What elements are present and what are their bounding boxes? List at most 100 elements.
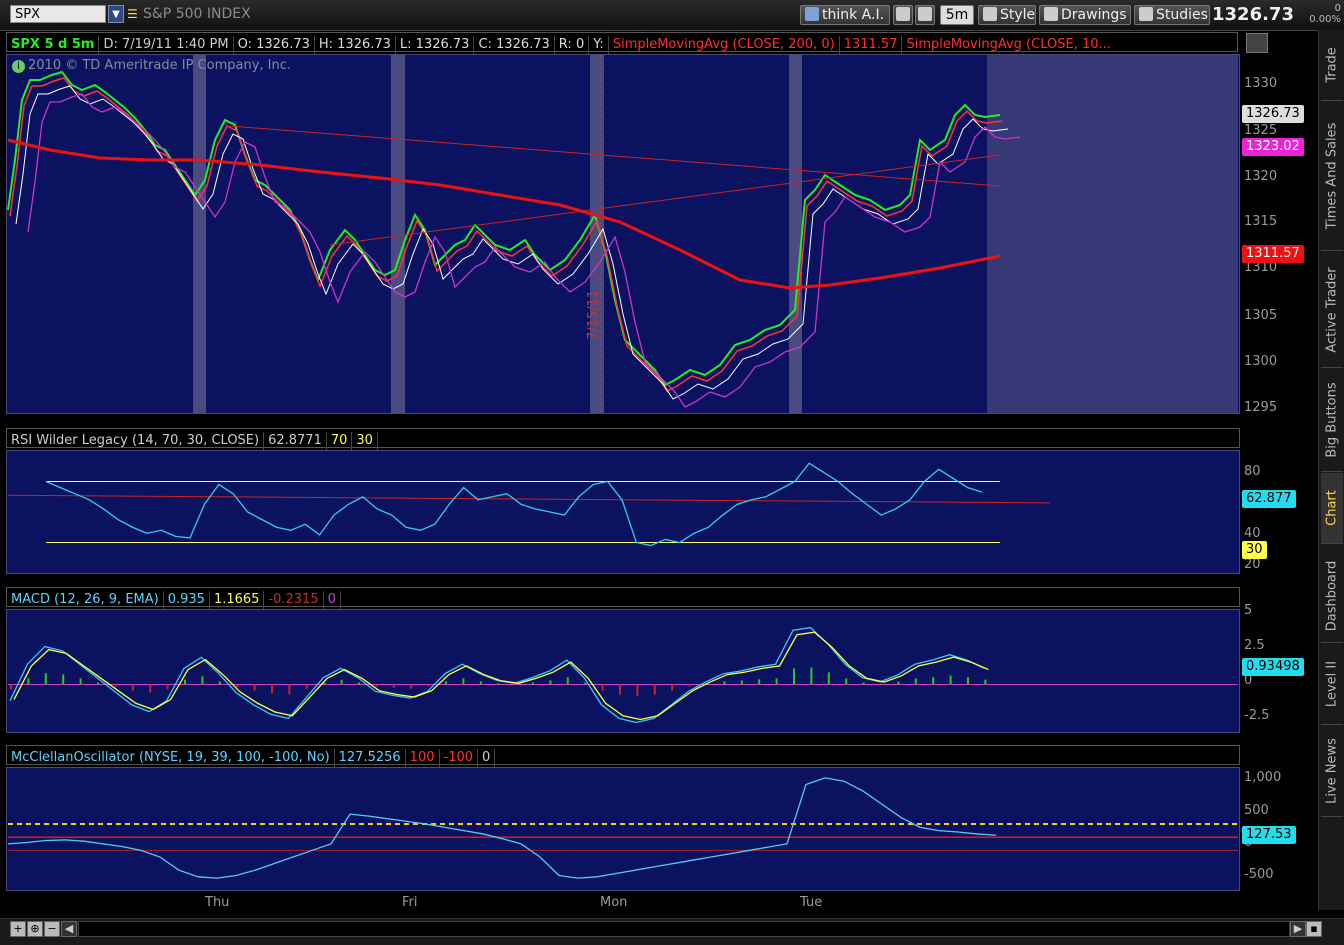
ma-price-tag: 1323.02 (1242, 138, 1304, 156)
macd-histogram-bar (863, 683, 865, 685)
rsi-axis-40: 40 (1244, 526, 1261, 541)
macd-histogram-bar (80, 678, 82, 684)
macd-histogram-bar (428, 685, 430, 687)
macd-histogram-bar (445, 681, 447, 684)
macd-histogram-bar (619, 685, 621, 695)
mcc-axis-1000: 1,000 (1244, 770, 1281, 785)
macd-histogram-bar (915, 678, 917, 684)
macd-histogram-bar (984, 680, 986, 685)
rsi-line (46, 463, 982, 545)
sma200-line (8, 140, 1000, 288)
rsi-os-tag: 30 (1242, 541, 1267, 559)
macd-histogram-bar (167, 685, 169, 690)
macd-histogram-bar (184, 680, 186, 685)
mcc-axis-minus-500: -500 (1244, 867, 1274, 882)
mcc-axis-500: 500 (1244, 803, 1269, 818)
tab-big-buttons[interactable]: Big Buttons (1321, 369, 1343, 472)
macd-histogram-bar (602, 685, 604, 691)
tab-active-trader[interactable]: Active Trader (1321, 252, 1343, 368)
macd-histogram-bar (480, 681, 482, 684)
tab-live-news[interactable]: Live News (1321, 726, 1343, 817)
macd-histogram-bar (967, 677, 969, 684)
price-axis-label: 1300 (1244, 354, 1277, 369)
macd-histogram-bar (132, 685, 134, 691)
tab-times-and-sales[interactable]: Times And Sales (1321, 102, 1343, 251)
macd-histogram-bar (723, 681, 725, 684)
copyright-text: i2010 © TD Ameritrade IP Company, Inc. (12, 58, 291, 73)
macd-histogram-bar (567, 677, 569, 684)
macd-histogram-bar (62, 674, 64, 684)
macd-histogram-bar (845, 678, 847, 684)
rsi-trendline (8, 495, 1050, 503)
macd-histogram-bar (410, 685, 412, 689)
session-gap-band (391, 55, 405, 413)
zoom-fit-button[interactable]: ⊕ (27, 921, 43, 937)
time-axis-tue: Tue (800, 895, 822, 910)
macd-histogram-bar (497, 683, 499, 684)
rsi-axis-80: 80 (1244, 464, 1261, 479)
info-icon[interactable]: i (12, 60, 25, 73)
macd-histogram-bar (671, 685, 673, 691)
macd-histogram-bar (950, 676, 952, 685)
macd-histogram-bar (810, 667, 812, 684)
time-axis-fri: Fri (402, 895, 418, 910)
time-axis-mon: Mon (600, 895, 627, 910)
macd-histogram-bar (271, 685, 273, 694)
macd-histogram-bar (114, 685, 116, 687)
price-axis-label: 1305 (1244, 308, 1277, 323)
future-area (987, 55, 1238, 413)
macd-histogram-bar (201, 676, 203, 684)
macd-histogram-bar (654, 685, 656, 695)
macd-histogram-bar (828, 672, 830, 684)
macd-histogram-bar (393, 685, 395, 688)
macd-histogram-bar (375, 685, 377, 687)
macd-axis-minus-2-5: -2.5 (1244, 708, 1269, 723)
session-gap-band (193, 55, 206, 413)
price-axis-label: 1330 (1244, 76, 1277, 91)
macd-histogram-bar (149, 685, 151, 693)
macd-histogram-bar (758, 679, 760, 684)
rsi-axis-20: 20 (1244, 557, 1261, 572)
tab-level-ii[interactable]: Level II (1321, 644, 1343, 725)
macd-histogram-bar (288, 685, 290, 695)
price-axis-label: 1325 (1244, 123, 1277, 138)
session-gap-band (590, 55, 604, 413)
macd-histogram-bar (741, 680, 743, 684)
scroll-right-button[interactable]: ▶ (1290, 921, 1306, 937)
zoom-in-button[interactable]: + (10, 921, 26, 937)
macd-histogram-bar (97, 683, 99, 685)
price-line (8, 72, 1000, 385)
macd-histogram-bar (880, 684, 882, 685)
tab-dashboard[interactable]: Dashboard (1321, 550, 1343, 643)
macd-histogram-bar (462, 678, 464, 684)
sma10-line (16, 86, 1008, 399)
rsi-value-tag: 62.877 (1242, 490, 1296, 508)
time-axis-thu: Thu (205, 895, 229, 910)
macd-axis-2-5: 2.5 (1244, 638, 1265, 653)
tab-trade[interactable]: Trade (1321, 30, 1343, 101)
macd-value-tag: 0.93498 (1242, 658, 1304, 676)
macd-histogram-bar (897, 682, 899, 685)
expand-button[interactable]: ▪ (1306, 921, 1322, 937)
price-axis-label: 1315 (1244, 214, 1277, 229)
macd-histogram-bar (45, 673, 47, 684)
macd-histogram-bar (636, 685, 638, 696)
macd-histogram-bar (793, 668, 795, 684)
session-gap-band (789, 55, 802, 413)
macd-axis-5: 5 (1244, 603, 1252, 618)
scroll-left-button[interactable]: ◀ (61, 921, 77, 937)
chart-canvas[interactable] (0, 0, 1344, 944)
macd-histogram-bar (10, 685, 12, 690)
horizontal-scrollbar[interactable] (78, 921, 1290, 937)
sma50-line (28, 94, 1020, 407)
last-price-tag: 1326.73 (1242, 105, 1304, 123)
trendline-2 (330, 155, 1000, 245)
sma200-price-tag: 1311.57 (1242, 245, 1304, 263)
zoom-out-button[interactable]: − (44, 921, 60, 937)
mcclellan-line (8, 778, 996, 878)
date-marker-label: 7/15/11 (586, 290, 601, 340)
tab-chart[interactable]: Chart (1321, 473, 1343, 544)
macd-histogram-bar (584, 683, 586, 685)
side-tab-bar: Trade Times And Sales Active Trader Big … (1318, 30, 1344, 910)
macd-histogram-bar (27, 678, 29, 684)
